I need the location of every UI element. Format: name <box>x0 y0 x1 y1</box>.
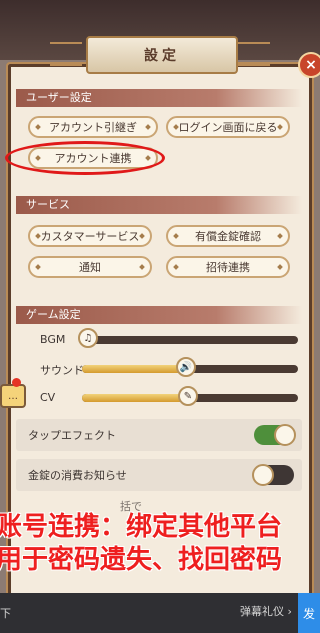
invite-link-button[interactable]: 招待連携 <box>166 256 290 278</box>
paid-gold-check-button[interactable]: 有償金錠確認 <box>166 225 290 247</box>
customer-service-button[interactable]: カスタマーサービス <box>28 225 152 247</box>
bgm-label: BGM <box>40 333 66 346</box>
bgm-slider[interactable]: ♫ <box>78 328 298 348</box>
back-to-login-button[interactable]: ログイン画面に戻る <box>166 116 290 138</box>
sound-slider-fill <box>82 365 186 373</box>
notification-dot <box>12 378 21 387</box>
account-transfer-button[interactable]: アカウント引継ぎ <box>28 116 158 138</box>
section-services: サービス <box>16 196 302 214</box>
caption-line-1: 账号连携：绑定其他平台 <box>0 512 283 542</box>
sound-slider[interactable]: 🔊 <box>82 357 298 377</box>
send-button[interactable]: 发 <box>298 593 320 633</box>
close-icon: × <box>305 57 317 73</box>
danmaku-etiquette-link[interactable]: 弹幕礼仪 › <box>240 603 292 619</box>
title-ornament-right <box>238 42 270 66</box>
cv-slider[interactable]: ✎ <box>82 386 298 406</box>
highlight-oval <box>5 141 165 175</box>
tap-effect-label: タップエフェクト <box>28 429 116 442</box>
tap-effect-row: タップエフェクト <box>16 419 302 451</box>
speaker-icon[interactable]: 🔊 <box>176 357 196 377</box>
music-note-icon[interactable]: ♫ <box>78 328 98 348</box>
section-user-settings: ユーザー設定 <box>16 89 302 107</box>
toggle-knob <box>274 424 296 446</box>
gold-notice-label: 金錠の消費お知らせ <box>28 469 127 482</box>
caption-line-2: 用于密码遗失、找回密码 <box>0 545 283 575</box>
cv-label: CV <box>40 391 56 404</box>
section-game-settings: ゲーム設定 <box>16 306 302 324</box>
close-button[interactable]: × <box>298 52 320 78</box>
cv-slider-fill <box>82 394 188 402</box>
toggle-knob <box>252 464 274 486</box>
title-ornament-left <box>50 42 82 66</box>
mic-icon[interactable]: ✎ <box>178 386 198 406</box>
gold-notice-toggle[interactable] <box>252 464 294 486</box>
notice-button[interactable]: 通知 <box>28 256 152 278</box>
page-title: 設定 <box>144 48 180 64</box>
tap-effect-toggle[interactable] <box>254 424 296 446</box>
title-plate: 設定 <box>86 36 238 74</box>
chat-icon[interactable]: … <box>0 384 26 408</box>
bottom-hint: 下 <box>0 607 11 620</box>
sound-label: サウンド <box>40 364 84 377</box>
gold-notice-row: 金錠の消費お知らせ <box>16 459 302 491</box>
